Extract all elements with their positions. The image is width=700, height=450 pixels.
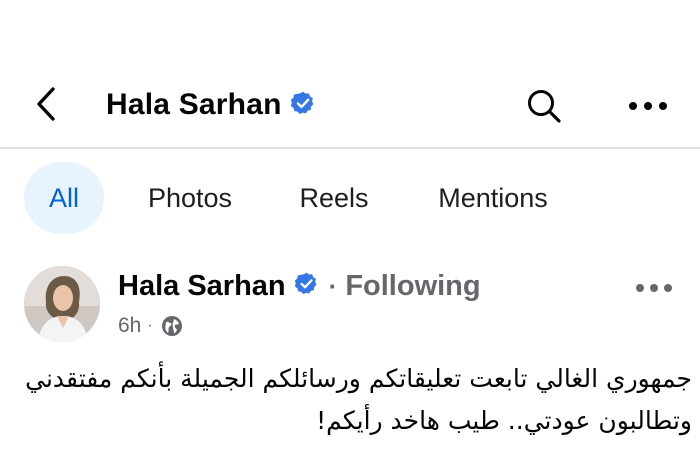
search-icon: [528, 90, 561, 123]
more-horizontal-icon: [636, 284, 672, 292]
profile-header: Hala Sarhan: [0, 62, 700, 148]
search-button[interactable]: [522, 84, 566, 128]
tab-reels[interactable]: Reels: [284, 162, 384, 234]
globe-icon: [161, 315, 183, 337]
meta-separator: ·: [147, 317, 153, 334]
post-meta: 6h ·: [118, 314, 183, 338]
post-more-button[interactable]: [630, 268, 678, 308]
verified-badge-icon: [294, 271, 319, 301]
more-horizontal-icon: [629, 102, 667, 110]
header-divider: [0, 147, 700, 149]
verified-badge-icon: [290, 90, 316, 121]
post-header: Hala Sarhan · Following 6h ·: [0, 262, 700, 342]
post-text: جمهوري الغالي تابعت تعليقاتكم ورسائلكم ا…: [25, 364, 692, 435]
tab-mentions[interactable]: Mentions: [418, 162, 568, 234]
avatar[interactable]: [24, 266, 100, 342]
tab-all[interactable]: All: [24, 162, 104, 234]
header-title-group: Hala Sarhan: [106, 87, 316, 123]
page-title: Hala Sarhan: [106, 88, 282, 121]
name-separator: ·: [328, 270, 338, 301]
post-timestamp[interactable]: 6h: [118, 314, 141, 338]
filter-tabs: All Photos Reels Mentions: [0, 162, 700, 236]
post-author-row: Hala Sarhan · Following: [118, 268, 481, 304]
post-author-name[interactable]: Hala Sarhan: [118, 268, 286, 304]
back-button[interactable]: [24, 82, 68, 126]
following-button[interactable]: Following: [345, 268, 480, 304]
more-options-button[interactable]: [624, 84, 672, 128]
chevron-left-icon: [37, 87, 55, 121]
tab-photos[interactable]: Photos: [130, 162, 250, 234]
